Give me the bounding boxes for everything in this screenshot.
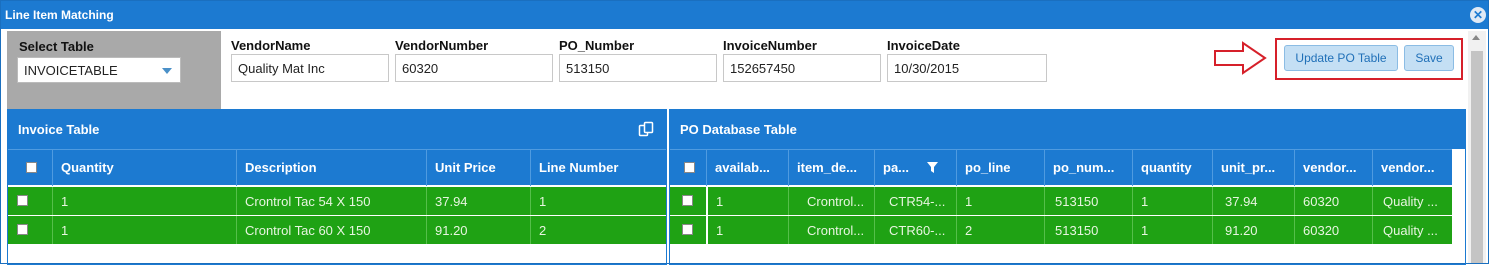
po-number-field[interactable]: 513150	[559, 54, 717, 82]
line-item-matching-window: Line Item Matching ✕ Select Table INVOIC…	[0, 0, 1489, 265]
cell-part: CTR60-...	[874, 216, 956, 244]
column-header-vendor-name[interactable]: vendor...	[1372, 150, 1452, 186]
save-button[interactable]: Save	[1404, 45, 1454, 71]
invoice-table-panel: Invoice Table Quantity Description Unit …	[7, 109, 667, 265]
cell-availability: 1	[706, 216, 788, 244]
column-header-po-line[interactable]: po_line	[956, 150, 1044, 186]
po-table-column-headers: availab... item_de... pa... po_line po_n…	[670, 149, 1452, 186]
row-checkbox[interactable]	[682, 224, 693, 235]
invoice-table-header: Invoice Table	[8, 109, 666, 149]
select-table-label: Select Table	[19, 39, 94, 54]
cell-item-description: Crontrol...	[788, 187, 874, 215]
column-header-vendor-number[interactable]: vendor...	[1294, 150, 1372, 186]
row-checkbox[interactable]	[17, 224, 28, 235]
window-titlebar: Line Item Matching ✕	[1, 1, 1488, 29]
cell-vendor-number: 60320	[1294, 187, 1372, 215]
invoice-table-column-headers: Quantity Description Unit Price Line Num…	[8, 149, 666, 186]
cell-po-line: 1	[956, 187, 1044, 215]
table-row[interactable]: 1 Crontrol... CTR60-... 2 513150 1 91.20…	[670, 216, 1452, 244]
cell-vendor-name: Quality ...	[1372, 187, 1452, 215]
column-header-quantity[interactable]: Quantity	[52, 150, 236, 186]
cell-vendor-name: Quality ...	[1372, 216, 1452, 244]
close-icon[interactable]: ✕	[1470, 7, 1486, 23]
column-header-unit-price[interactable]: Unit Price	[426, 150, 530, 186]
column-header-availability[interactable]: availab...	[706, 150, 788, 186]
column-header-po-number[interactable]: po_num...	[1044, 150, 1132, 186]
vendor-name-label: VendorName	[231, 38, 311, 53]
update-po-table-button[interactable]: Update PO Table	[1284, 45, 1398, 71]
cell-line-number: 1	[530, 187, 666, 215]
table-row[interactable]: 1 Crontrol... CTR54-... 1 513150 1 37.94…	[670, 187, 1452, 215]
cell-item-description: Crontrol...	[788, 216, 874, 244]
vendor-number-label: VendorNumber	[395, 38, 489, 53]
cell-quantity: 1	[52, 216, 236, 244]
cell-description: Crontrol Tac 60 X 150	[236, 216, 426, 244]
column-header-unit-price[interactable]: unit_pr...	[1212, 150, 1294, 186]
vendor-name-field[interactable]: Quality Mat Inc	[231, 54, 389, 82]
invoice-number-label: InvoiceNumber	[723, 38, 817, 53]
po-database-table-panel: PO Database Table availab... item_de... …	[669, 109, 1466, 265]
cell-po-number: 513150	[1044, 216, 1132, 244]
cell-unit-price: 37.94	[1212, 187, 1294, 215]
column-header-quantity[interactable]: quantity	[1132, 150, 1212, 186]
cell-po-line: 2	[956, 216, 1044, 244]
po-number-label: PO_Number	[559, 38, 635, 53]
po-table-header: PO Database Table	[670, 109, 1465, 149]
chevron-down-icon	[162, 68, 172, 74]
cell-quantity: 1	[1132, 216, 1212, 244]
row-checkbox[interactable]	[17, 195, 28, 206]
cell-description: Crontrol Tac 54 X 150	[236, 187, 426, 215]
column-header-part-label: pa...	[883, 160, 910, 175]
window-title: Line Item Matching	[5, 8, 114, 22]
cell-line-number: 2	[530, 216, 666, 244]
column-header-description[interactable]: Description	[236, 150, 426, 186]
select-table-dropdown[interactable]: INVOICETABLE	[17, 57, 181, 83]
cell-unit-price: 37.94	[426, 187, 530, 215]
cell-quantity: 1	[1132, 187, 1212, 215]
scroll-up-icon[interactable]	[1472, 35, 1480, 40]
vertical-scrollbar[interactable]	[1468, 31, 1486, 263]
cell-quantity: 1	[52, 187, 236, 215]
arrow-right-icon	[1214, 41, 1267, 75]
cell-part: CTR54-...	[874, 187, 956, 215]
filter-icon[interactable]	[927, 162, 938, 173]
table-row[interactable]: 1 Crontrol Tac 54 X 150 37.94 1	[8, 187, 666, 215]
select-all-checkbox[interactable]	[26, 162, 37, 173]
cell-unit-price: 91.20	[426, 216, 530, 244]
cell-availability: 1	[706, 187, 788, 215]
column-header-line-number[interactable]: Line Number	[530, 150, 666, 186]
cell-unit-price: 91.20	[1212, 216, 1294, 244]
column-header-part[interactable]: pa...	[874, 150, 956, 186]
cell-po-number: 513150	[1044, 187, 1132, 215]
invoice-table-title: Invoice Table	[18, 122, 100, 137]
invoice-date-label: InvoiceDate	[887, 38, 960, 53]
vendor-number-field[interactable]: 60320	[395, 54, 553, 82]
po-table-title: PO Database Table	[680, 122, 797, 137]
select-table-panel: Select Table INVOICETABLE	[7, 31, 221, 111]
copy-icon[interactable]	[638, 121, 654, 137]
invoice-date-field[interactable]: 10/30/2015	[887, 54, 1047, 82]
select-all-checkbox[interactable]	[684, 162, 695, 173]
cell-vendor-number: 60320	[1294, 216, 1372, 244]
invoice-number-field[interactable]: 152657450	[723, 54, 881, 82]
row-checkbox[interactable]	[682, 195, 693, 206]
column-header-item-description[interactable]: item_de...	[788, 150, 874, 186]
table-row[interactable]: 1 Crontrol Tac 60 X 150 91.20 2	[8, 216, 666, 244]
select-table-value: INVOICETABLE	[24, 63, 118, 78]
scrollbar-thumb[interactable]	[1471, 51, 1483, 263]
